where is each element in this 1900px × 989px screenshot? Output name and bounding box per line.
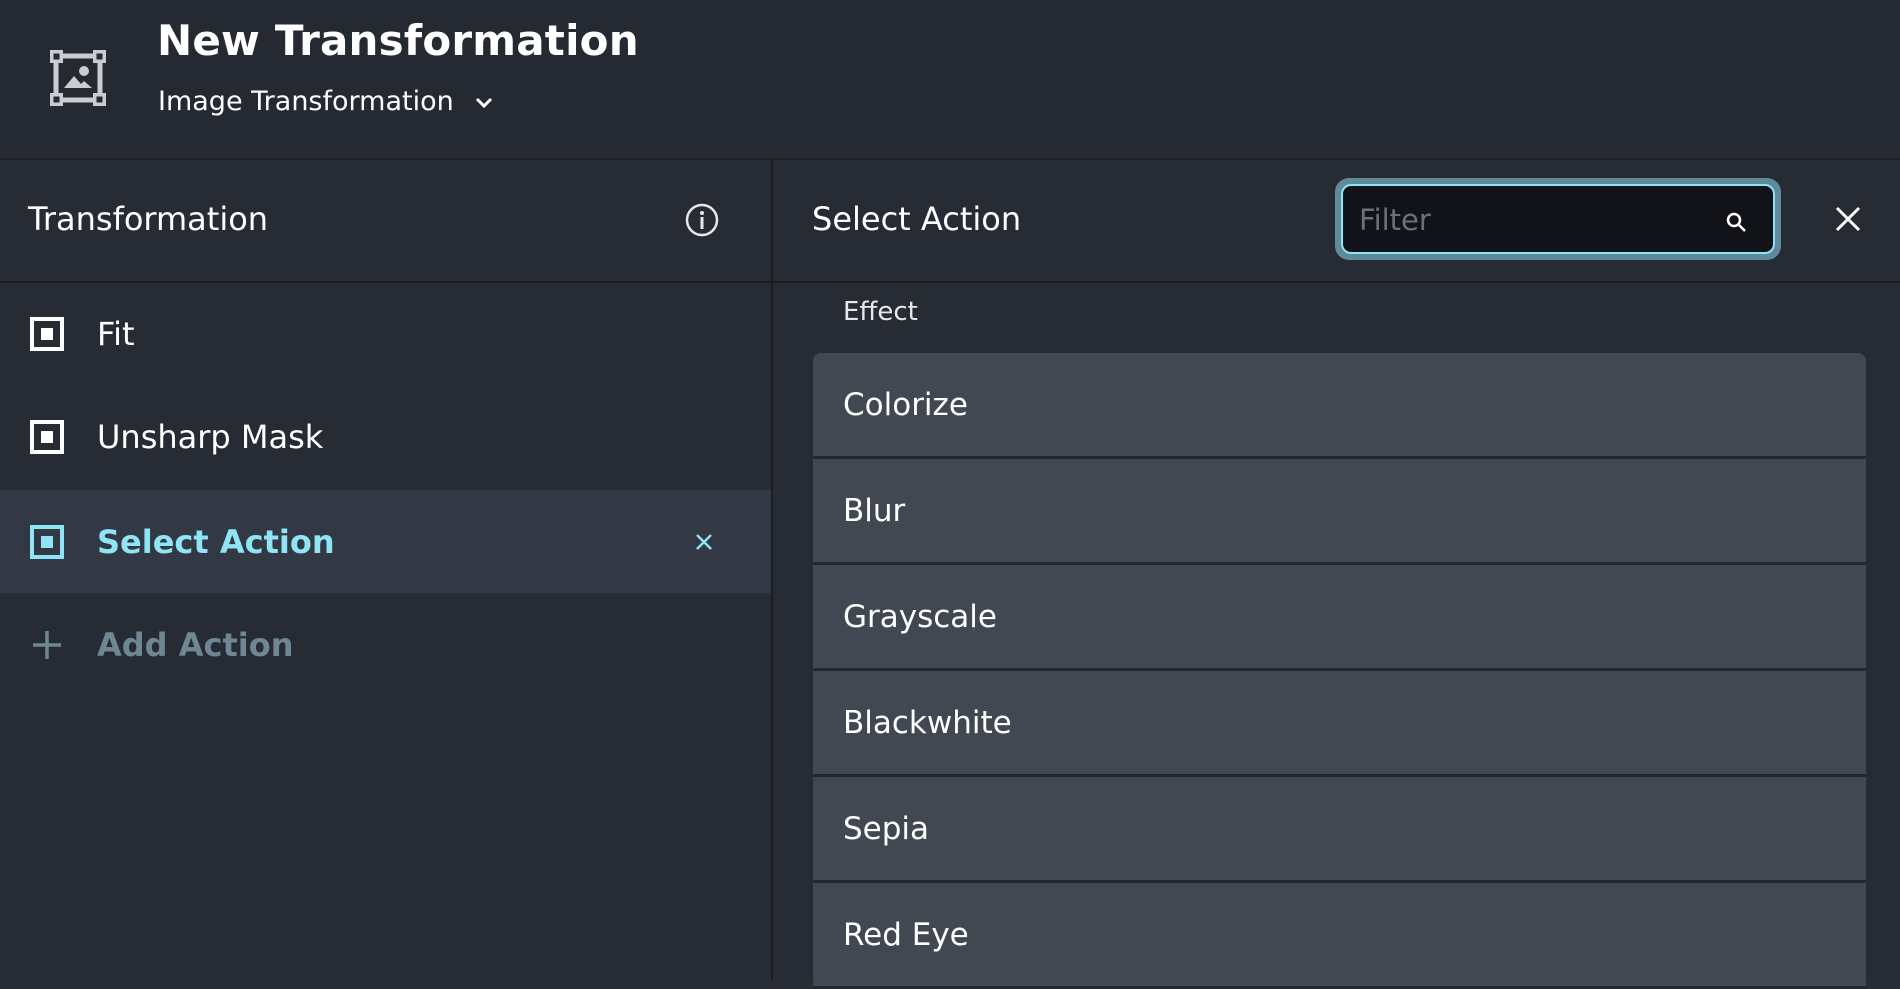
select-action-header: Select Action (773, 160, 1900, 283)
action-square-icon (30, 524, 64, 559)
chevron-down-icon (475, 97, 492, 108)
transformation-panel-title: Transformation (28, 200, 269, 238)
plus-icon (33, 630, 61, 659)
select-action-panel: Select Action Effect Colorize Blur Grays… (773, 160, 1900, 989)
transformation-type-dropdown[interactable]: Image Transformation (158, 86, 496, 117)
transformation-type-label: Image Transformation (158, 86, 454, 117)
action-item-label: Fit (97, 314, 135, 353)
effect-item-label: Red Eye (843, 916, 969, 953)
effect-item-sepia[interactable]: Sepia (813, 777, 1866, 883)
action-item-unsharp-mask[interactable]: Unsharp Mask (0, 385, 771, 488)
close-icon[interactable] (692, 530, 716, 554)
transformation-panel-header: Transformation (0, 160, 771, 283)
effect-list: Colorize Blur Grayscale Blackwhite Sepia… (813, 353, 1866, 989)
effect-item-label: Grayscale (843, 598, 997, 635)
effect-item-grayscale[interactable]: Grayscale (813, 565, 1866, 671)
search-icon (1726, 212, 1746, 232)
effect-item-label: Colorize (843, 386, 968, 423)
action-item-label: Select Action (97, 522, 335, 561)
effect-item-blackwhite[interactable]: Blackwhite (813, 671, 1866, 777)
effect-group-label: Effect (843, 297, 918, 327)
image-transform-icon (50, 50, 106, 106)
close-icon[interactable] (1833, 204, 1863, 234)
select-action-title: Select Action (812, 200, 1022, 238)
filter-field (1335, 178, 1781, 260)
filter-field-inner (1341, 184, 1775, 254)
action-item-select-action[interactable]: Select Action (0, 490, 771, 593)
add-action-button[interactable]: Add Action (0, 593, 771, 696)
add-action-label: Add Action (97, 625, 294, 664)
action-item-label: Unsharp Mask (97, 417, 324, 456)
effect-item-label: Blackwhite (843, 704, 1012, 741)
effect-item-label: Blur (843, 492, 906, 529)
action-square-icon (30, 316, 64, 351)
action-item-fit[interactable]: Fit (0, 282, 771, 385)
effect-item-blur[interactable]: Blur (813, 459, 1866, 565)
info-icon[interactable] (684, 202, 720, 238)
transformation-panel: Transformation Fit Unsharp Mask Select A… (0, 160, 773, 980)
filter-input[interactable] (1357, 186, 1721, 254)
effect-item-red-eye[interactable]: Red Eye (813, 883, 1866, 989)
effect-item-label: Sepia (843, 810, 930, 847)
action-square-icon (30, 419, 64, 454)
page-title: New Transformation (157, 16, 639, 65)
effect-item-colorize[interactable]: Colorize (813, 353, 1866, 459)
app-header: New Transformation Image Transformation (0, 0, 1900, 160)
